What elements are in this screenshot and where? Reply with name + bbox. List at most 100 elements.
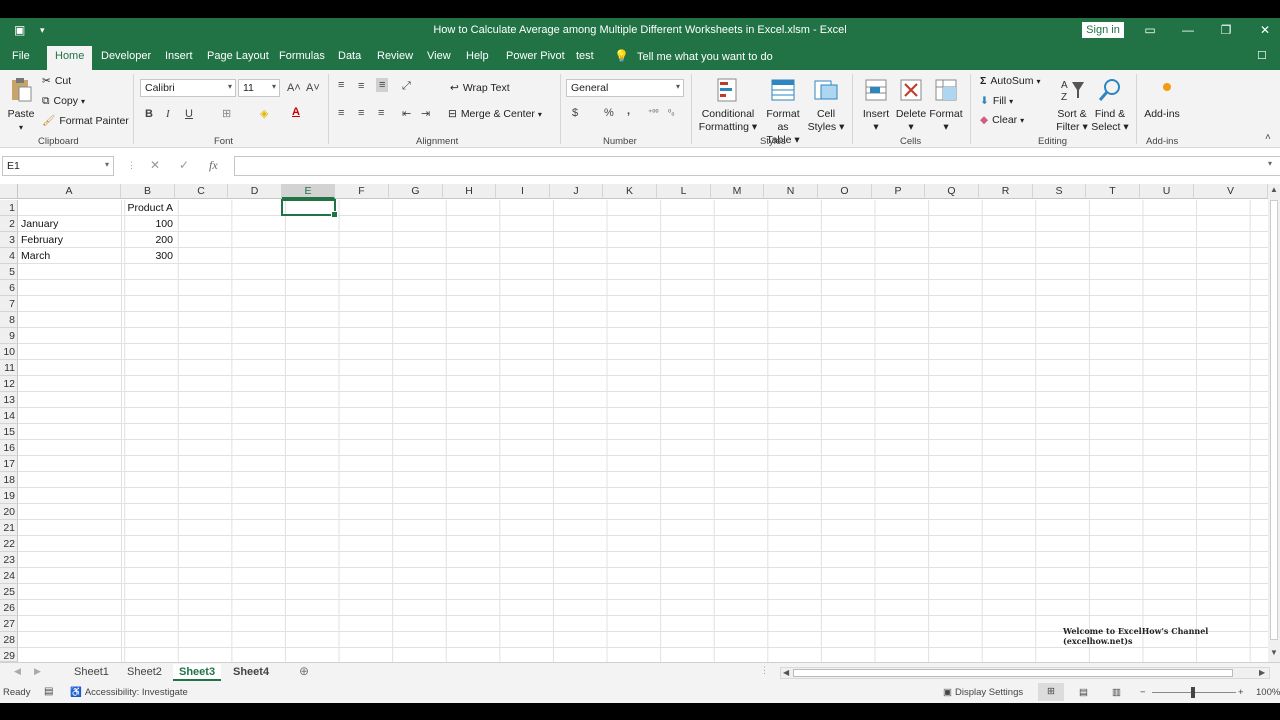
tab-test[interactable]: test [576,50,594,62]
name-box[interactable]: E1 ▾ [2,156,114,176]
increase-decimal-icon[interactable]: ⁺⁰⁰ [648,108,659,117]
column-header-l[interactable]: L [657,184,711,199]
normal-view-icon[interactable]: ⊞ [1038,683,1064,701]
prev-sheet-icon[interactable]: ◀ [14,666,21,677]
cell-b3[interactable]: 200 [122,232,173,248]
column-header-f[interactable]: F [335,184,389,199]
row-header-11[interactable]: 11 [0,360,18,376]
scroll-down-icon[interactable]: ▼ [1270,648,1278,657]
row-header-9[interactable]: 9 [0,328,18,344]
cell-a2[interactable]: January [21,216,58,232]
borders-icon[interactable]: ⊞ [222,107,231,120]
tab-view[interactable]: View [427,50,451,62]
insert-cells-button[interactable]: Insert ▾ [860,76,892,134]
tab-help[interactable]: Help [466,50,489,62]
next-sheet-icon[interactable]: ▶ [34,666,41,677]
macro-record-icon[interactable]: ▤ [44,686,53,697]
insert-function-button[interactable]: fx [209,158,218,173]
orientation-icon[interactable]: ⤢ [402,80,411,93]
fill-color-icon[interactable]: ◈ [260,107,268,120]
bold-button[interactable]: B [145,108,153,120]
column-header-a[interactable]: A [18,184,121,199]
column-header-d[interactable]: D [228,184,282,199]
row-header-23[interactable]: 23 [0,552,18,568]
restore-button[interactable]: ❐ [1216,21,1236,39]
increase-indent-icon[interactable]: ⇥ [421,107,430,120]
column-header-s[interactable]: S [1033,184,1086,199]
enter-icon[interactable]: ✓ [179,158,189,172]
row-header-1[interactable]: 1 [0,200,18,216]
paste-button[interactable]: Paste ▾ [6,76,36,134]
sign-in-button[interactable]: Sign in [1082,22,1124,38]
cell-a4[interactable]: March [21,248,50,264]
row-header-8[interactable]: 8 [0,312,18,328]
column-header-m[interactable]: M [711,184,764,199]
decrease-decimal-icon[interactable]: ⁰₀ [668,108,675,117]
row-header-27[interactable]: 27 [0,616,18,632]
cell-b4[interactable]: 300 [122,248,173,264]
add-sheet-icon[interactable]: ⊕ [299,664,309,678]
sheet-tab-4[interactable]: Sheet4 [227,664,275,681]
row-header-15[interactable]: 15 [0,424,18,440]
row-header-17[interactable]: 17 [0,456,18,472]
column-header-k[interactable]: K [603,184,657,199]
collapse-ribbon-icon[interactable]: ˄ [1265,132,1271,143]
page-layout-view-icon[interactable]: ▤ [1079,687,1088,698]
percent-button[interactable]: % [604,107,614,119]
column-header-r[interactable]: R [979,184,1033,199]
scroll-left-icon[interactable]: ◀ [783,668,789,677]
row-header-22[interactable]: 22 [0,536,18,552]
row-header-14[interactable]: 14 [0,408,18,424]
row-header-28[interactable]: 28 [0,632,18,648]
row-header-19[interactable]: 19 [0,488,18,504]
fill-button[interactable]: ⬇ Fill ▾ [980,95,1013,107]
formula-input[interactable] [234,156,1280,176]
row-header-3[interactable]: 3 [0,232,18,248]
sheet-tab-2[interactable]: Sheet2 [121,664,168,681]
column-header-u[interactable]: U [1140,184,1194,199]
cell-a3[interactable]: February [21,232,63,248]
horizontal-scrollbar[interactable]: ◀ ▶ [780,667,1270,679]
sheet-tab-1[interactable]: Sheet1 [68,664,115,681]
currency-button[interactable]: $ [572,107,578,119]
tab-home[interactable]: Home [47,46,93,70]
select-all-corner[interactable] [0,184,18,199]
zoom-out-icon[interactable]: − [1140,687,1146,698]
page-break-view-icon[interactable]: ▥ [1112,687,1121,698]
tab-formulas[interactable]: Formulas [279,50,325,62]
column-header-g[interactable]: G [389,184,443,199]
zoom-slider-thumb[interactable] [1191,687,1195,698]
font-name-combo[interactable]: Calibri ▾ [140,79,236,97]
find-select-button[interactable]: Find & Select ▾ [1090,76,1130,134]
cancel-icon[interactable]: ✕ [150,158,160,172]
share-icon[interactable]: ☐ [1257,49,1267,62]
row-header-25[interactable]: 25 [0,584,18,600]
row-header-29[interactable]: 29 [0,648,18,662]
column-header-b[interactable]: B [121,184,175,199]
merge-center-button[interactable]: ⊟ Merge & Center ▾ [448,108,542,120]
tab-developer[interactable]: Developer [101,50,151,62]
column-header-n[interactable]: N [764,184,818,199]
column-header-v[interactable]: V [1194,184,1268,199]
add-ins-button[interactable]: Add-ins [1142,76,1182,121]
tab-data[interactable]: Data [338,50,361,62]
wrap-text-button[interactable]: ↩ Wrap Text [450,82,510,94]
cell-styles-button[interactable]: Cell Styles ▾ [806,76,846,134]
column-header-o[interactable]: O [818,184,872,199]
zoom-level[interactable]: 100% [1256,687,1280,698]
accessibility-status[interactable]: ♿ Accessibility: Investigate [70,687,188,698]
row-header-21[interactable]: 21 [0,520,18,536]
close-button[interactable]: ✕ [1255,21,1275,39]
row-header-24[interactable]: 24 [0,568,18,584]
align-left-icon[interactable]: ≡ [338,107,344,119]
clear-button[interactable]: ◆ Clear ▾ [980,114,1024,126]
row-header-2[interactable]: 2 [0,216,18,232]
sheet-tab-3[interactable]: Sheet3 [173,664,222,681]
format-cells-button[interactable]: Format ▾ [928,76,964,134]
vertical-scrollbar[interactable]: ▲ ▼ [1268,184,1280,662]
column-header-t[interactable]: T [1086,184,1140,199]
worksheet-grid[interactable] [18,200,1268,662]
number-format-combo[interactable]: General ▾ [566,79,684,97]
zoom-in-icon[interactable]: + [1238,687,1244,698]
ribbon-display-options-icon[interactable]: ▭ [1140,21,1160,39]
